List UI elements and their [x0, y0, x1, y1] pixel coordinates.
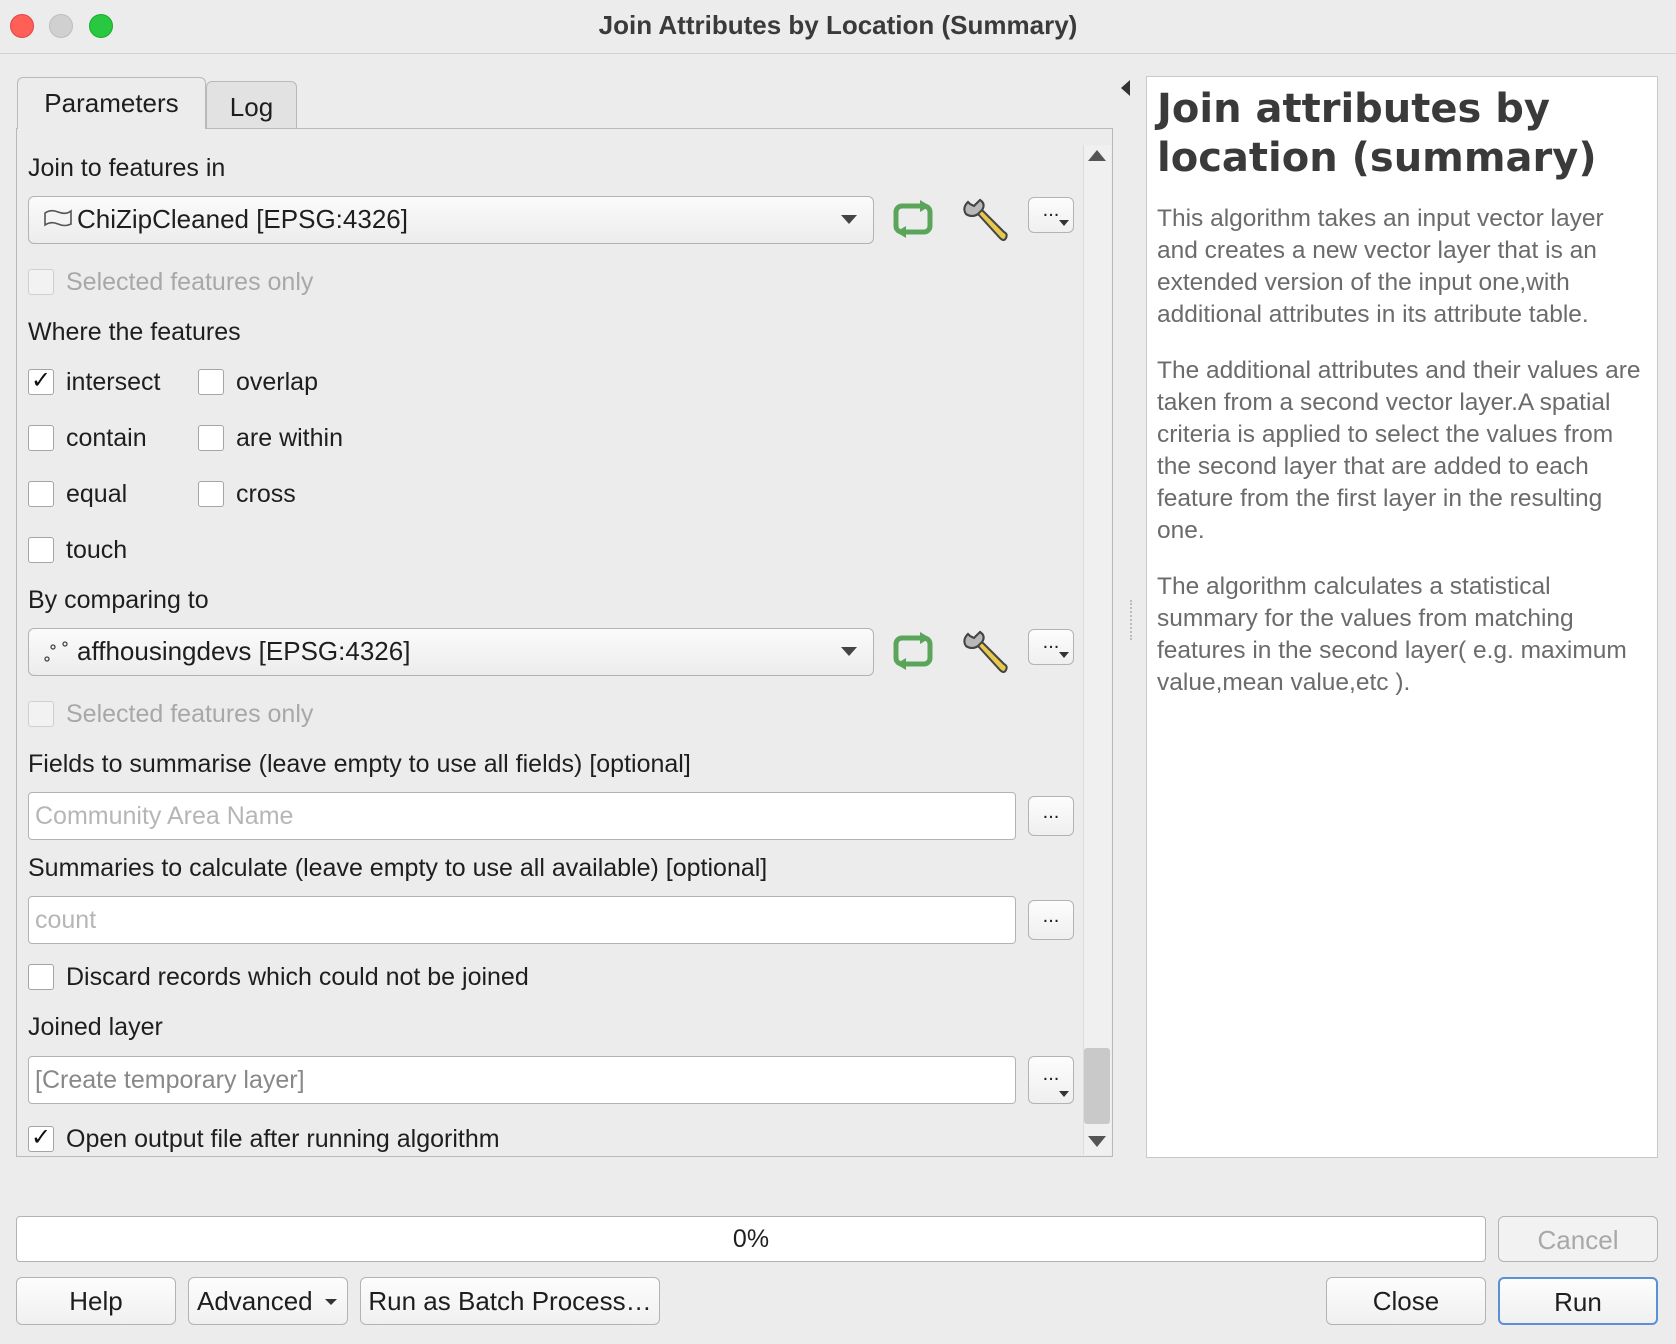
- ellipsis-label: ...: [1042, 631, 1060, 653]
- dropdown-arrow-icon: [1059, 1091, 1069, 1097]
- chevron-down-icon: [841, 215, 857, 224]
- contain-checkbox[interactable]: [28, 425, 54, 451]
- dropdown-arrow-icon: [325, 1299, 337, 1305]
- scrollbar-thumb[interactable]: [1084, 1048, 1110, 1124]
- refresh-icon[interactable]: [890, 198, 938, 242]
- wrench-icon[interactable]: [960, 196, 1010, 246]
- polygon-layer-icon: [44, 209, 72, 227]
- compare-selected-only-label: Selected features only: [66, 700, 314, 728]
- open-output-checkbox[interactable]: ✓: [28, 1126, 54, 1152]
- equal-label: equal: [66, 480, 128, 508]
- tab-log[interactable]: Log: [206, 81, 297, 128]
- point-layer-icon: [44, 641, 68, 662]
- collapse-help-icon[interactable]: [1121, 80, 1130, 96]
- help-paragraph: This algorithm takes an input vector lay…: [1157, 205, 1604, 328]
- vertical-scrollbar[interactable]: [1083, 145, 1111, 1155]
- scroll-down-icon[interactable]: [1088, 1136, 1106, 1147]
- touch-label: touch: [66, 536, 128, 564]
- fields-select-button[interactable]: ...: [1028, 796, 1074, 836]
- intersect-label: intersect: [66, 368, 161, 396]
- fields-label: Fields to summarise (leave empty to use …: [28, 750, 691, 778]
- joined-layer-output[interactable]: [Create temporary layer]: [28, 1056, 1016, 1104]
- wrench-icon[interactable]: [960, 628, 1010, 678]
- close-button[interactable]: Close: [1326, 1277, 1486, 1325]
- ellipsis-label: ...: [1042, 199, 1060, 221]
- fields-input[interactable]: Community Area Name: [28, 792, 1016, 840]
- compare-layer-combobox[interactable]: affhousingdevs [EPSG:4326]: [28, 628, 874, 676]
- joined-layer-label: Joined layer: [28, 1013, 163, 1041]
- summaries-label: Summaries to calculate (leave empty to u…: [28, 854, 768, 882]
- compare-layer-label: By comparing to: [28, 586, 209, 614]
- compare-layer-options-button[interactable]: ...: [1028, 629, 1074, 665]
- overlap-label: overlap: [236, 368, 318, 396]
- splitter-handle[interactable]: [1130, 600, 1133, 640]
- discard-nonmatching-checkbox[interactable]: [28, 964, 54, 990]
- join-layer-options-button[interactable]: ...: [1028, 197, 1074, 233]
- join-layer-label: Join to features in: [28, 154, 226, 182]
- compare-layer-value: affhousingdevs [EPSG:4326]: [77, 636, 411, 666]
- summaries-select-button[interactable]: ...: [1028, 900, 1074, 940]
- run-button[interactable]: Run: [1498, 1277, 1658, 1325]
- window-title: Join Attributes by Location (Summary): [598, 10, 1078, 40]
- open-output-label: Open output file after running algorithm: [66, 1125, 500, 1153]
- join-layer-combobox[interactable]: ChiZipCleaned [EPSG:4326]: [28, 196, 874, 244]
- are-within-label: are within: [236, 424, 343, 452]
- predicate-label: Where the features: [28, 318, 241, 346]
- run-batch-button[interactable]: Run as Batch Process…: [360, 1277, 660, 1325]
- are-within-checkbox[interactable]: [198, 425, 224, 451]
- ellipsis-label: ...: [1042, 1063, 1060, 1085]
- equal-checkbox[interactable]: [28, 481, 54, 507]
- progress-bar: 0%: [16, 1216, 1486, 1262]
- touch-checkbox[interactable]: [28, 537, 54, 563]
- help-button[interactable]: Help: [16, 1277, 176, 1325]
- compare-selected-only-checkbox[interactable]: [28, 701, 54, 727]
- discard-nonmatching-label: Discard records which could not be joine…: [66, 963, 529, 991]
- advanced-label: Advanced: [197, 1286, 313, 1316]
- scroll-up-icon[interactable]: [1088, 150, 1106, 161]
- join-selected-only-checkbox[interactable]: [28, 269, 54, 295]
- joined-layer-options-button[interactable]: ...: [1028, 1056, 1074, 1104]
- help-panel: Join attributes by location (summary) Th…: [1146, 76, 1658, 1158]
- overlap-checkbox[interactable]: [198, 369, 224, 395]
- join-selected-only-label: Selected features only: [66, 268, 314, 296]
- tab-parameters[interactable]: Parameters: [17, 77, 206, 129]
- cross-checkbox[interactable]: [198, 481, 224, 507]
- dropdown-arrow-icon: [1059, 652, 1069, 658]
- join-layer-value: ChiZipCleaned [EPSG:4326]: [77, 204, 408, 234]
- dropdown-arrow-icon: [1059, 220, 1069, 226]
- help-paragraph: The additional attributes and their valu…: [1157, 357, 1641, 544]
- cancel-button[interactable]: Cancel: [1498, 1216, 1658, 1262]
- summaries-input[interactable]: count: [28, 896, 1016, 944]
- advanced-button[interactable]: Advanced: [188, 1277, 348, 1325]
- chevron-down-icon: [841, 647, 857, 656]
- intersect-checkbox[interactable]: ✓: [28, 369, 54, 395]
- cross-label: cross: [236, 480, 296, 508]
- help-title: Join attributes by location (summary): [1157, 86, 1597, 181]
- help-paragraph: The algorithm calculates a statistical s…: [1157, 573, 1627, 696]
- refresh-icon[interactable]: [890, 630, 938, 674]
- contain-label: contain: [66, 424, 147, 452]
